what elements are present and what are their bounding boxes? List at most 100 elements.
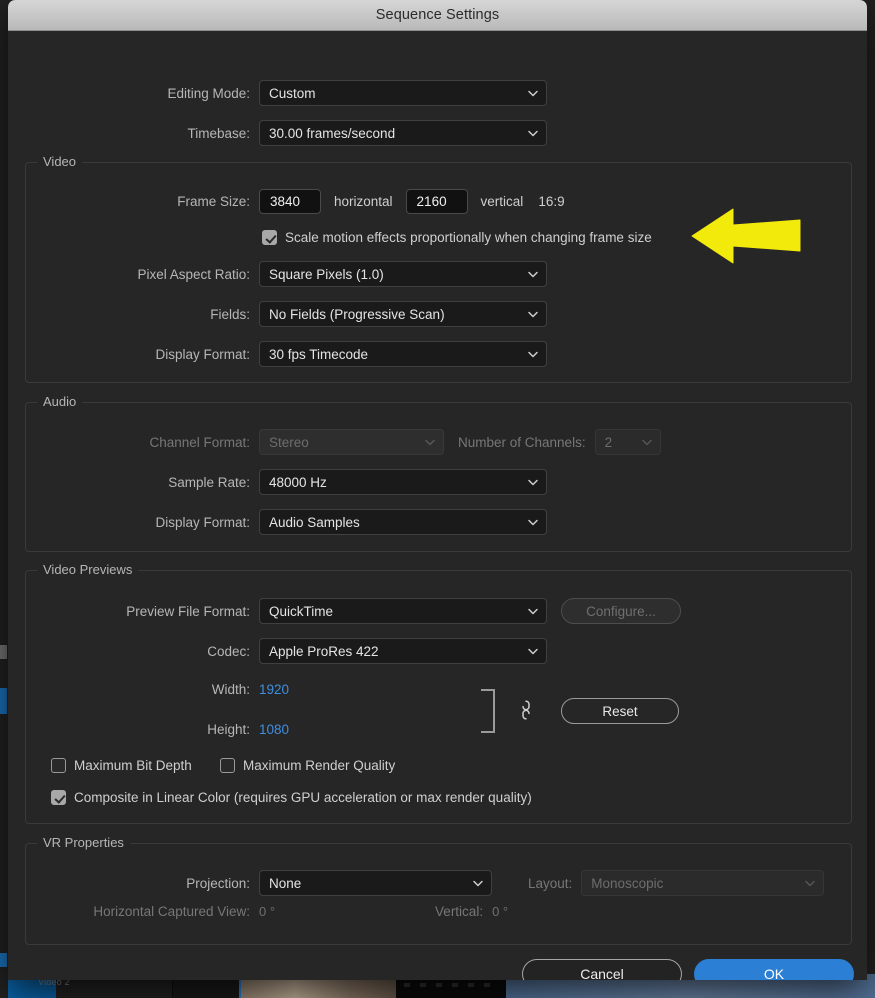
dimension-link-bracket xyxy=(481,689,495,733)
chevron-down-icon xyxy=(640,435,654,449)
chevron-down-icon xyxy=(526,604,540,618)
maximum-render-quality-label: Maximum Render Quality xyxy=(243,758,395,773)
preview-file-format-value: QuickTime xyxy=(269,604,520,619)
preview-width-label: Width: xyxy=(8,682,250,697)
fields-select[interactable]: No Fields (Progressive Scan) xyxy=(259,301,547,327)
chevron-down-icon xyxy=(526,267,540,281)
scale-motion-effects-checkbox-row[interactable]: Scale motion effects proportionally when… xyxy=(262,230,652,245)
number-of-channels-label: Number of Channels: xyxy=(458,435,586,450)
preview-height-row: Height: 1080 xyxy=(8,722,289,737)
timebase-row: Timebase: 30.00 frames/second xyxy=(8,120,553,146)
codec-label: Codec: xyxy=(8,644,250,659)
frame-height-value: 2160 xyxy=(417,194,447,209)
chevron-down-icon xyxy=(526,475,540,489)
sample-rate-select[interactable]: 48000 Hz xyxy=(259,469,547,495)
chevron-down-icon xyxy=(526,644,540,658)
pixel-aspect-ratio-select[interactable]: Square Pixels (1.0) xyxy=(259,261,547,287)
preview-width-value[interactable]: 1920 xyxy=(259,682,289,697)
preview-width-row: Width: 1920 xyxy=(8,682,289,697)
chevron-down-icon xyxy=(526,347,540,361)
maximum-render-quality-checkbox[interactable] xyxy=(220,758,235,773)
scale-motion-effects-label: Scale motion effects proportionally when… xyxy=(285,230,652,245)
chevron-down-icon xyxy=(423,435,437,449)
dialog-titlebar[interactable]: Sequence Settings xyxy=(8,0,867,31)
composite-linear-color-label: Composite in Linear Color (requires GPU … xyxy=(74,790,532,805)
timebase-select[interactable]: 30.00 frames/second xyxy=(259,120,547,146)
maximum-bit-depth-row[interactable]: Maximum Bit Depth xyxy=(51,758,192,773)
video-display-format-row: Display Format: 30 fps Timecode xyxy=(8,341,553,367)
vr-properties-group-title: VR Properties xyxy=(37,835,130,850)
ok-button[interactable]: OK xyxy=(694,959,854,980)
preview-file-format-label: Preview File Format: xyxy=(8,604,250,619)
cancel-button[interactable]: Cancel xyxy=(522,959,682,980)
audio-group-title: Audio xyxy=(37,394,82,409)
video-display-format-label: Display Format: xyxy=(8,347,250,362)
frame-width-suffix: horizontal xyxy=(334,194,393,209)
frame-size-row: Frame Size: 3840 horizontal 2160 vertica… xyxy=(8,189,565,214)
preview-height-label: Height: xyxy=(8,722,250,737)
horizontal-captured-view-label: Horizontal Captured View: xyxy=(8,904,250,919)
codec-select[interactable]: Apple ProRes 422 xyxy=(259,638,547,664)
preview-file-format-row: Preview File Format: QuickTime Configure… xyxy=(8,598,681,624)
fields-row: Fields: No Fields (Progressive Scan) xyxy=(8,301,553,327)
highlight-arrow-left-icon xyxy=(690,207,802,265)
channel-format-row: Channel Format: Stereo Number of Channel… xyxy=(8,429,661,455)
chevron-down-icon xyxy=(803,876,817,890)
chevron-down-icon xyxy=(526,307,540,321)
pixel-aspect-ratio-label: Pixel Aspect Ratio: xyxy=(8,267,250,282)
sample-rate-label: Sample Rate: xyxy=(8,475,250,490)
preview-height-value[interactable]: 1080 xyxy=(259,722,289,737)
fields-value: No Fields (Progressive Scan) xyxy=(269,307,520,322)
background-sliver-blue-2 xyxy=(0,953,7,967)
video-display-format-select[interactable]: 30 fps Timecode xyxy=(259,341,547,367)
maximum-bit-depth-checkbox[interactable] xyxy=(51,758,66,773)
layout-select: Monoscopic xyxy=(581,870,824,896)
chevron-down-icon xyxy=(471,876,485,890)
reset-button-label: Reset xyxy=(602,704,637,719)
editing-mode-label: Editing Mode: xyxy=(8,86,250,101)
channel-format-value: Stereo xyxy=(269,435,417,450)
audio-display-format-select[interactable]: Audio Samples xyxy=(259,509,547,535)
aspect-ratio-value: 16:9 xyxy=(538,194,564,209)
configure-button: Configure... xyxy=(561,598,681,624)
dialog-title: Sequence Settings xyxy=(376,7,499,23)
frame-width-value: 3840 xyxy=(270,194,300,209)
configure-button-label: Configure... xyxy=(586,604,656,619)
projection-select[interactable]: None xyxy=(259,870,492,896)
background-sliver-grey xyxy=(0,645,7,659)
sequence-settings-dialog: Sequence Settings Editing Mode: Custom T… xyxy=(8,0,867,980)
chevron-down-icon xyxy=(526,515,540,529)
layout-value: Monoscopic xyxy=(591,876,797,891)
reset-button[interactable]: Reset xyxy=(561,698,679,724)
pixel-aspect-ratio-value: Square Pixels (1.0) xyxy=(269,267,520,282)
chevron-down-icon xyxy=(526,86,540,100)
link-chain-icon[interactable] xyxy=(518,698,534,722)
video-group-title: Video xyxy=(37,154,82,169)
audio-display-format-label: Display Format: xyxy=(8,515,250,530)
sample-rate-row: Sample Rate: 48000 Hz xyxy=(8,469,553,495)
frame-width-input[interactable]: 3840 xyxy=(259,189,321,214)
maximum-render-quality-row[interactable]: Maximum Render Quality xyxy=(220,758,395,773)
editing-mode-value: Custom xyxy=(269,86,520,101)
editing-mode-select[interactable]: Custom xyxy=(259,80,547,106)
cancel-button-label: Cancel xyxy=(580,966,624,980)
scale-motion-effects-checkbox[interactable] xyxy=(262,230,277,245)
video-display-format-value: 30 fps Timecode xyxy=(269,347,520,362)
frame-height-input[interactable]: 2160 xyxy=(406,189,468,214)
composite-linear-color-row[interactable]: Composite in Linear Color (requires GPU … xyxy=(51,790,532,805)
fields-label: Fields: xyxy=(8,307,250,322)
channel-format-label: Channel Format: xyxy=(8,435,250,450)
codec-value: Apple ProRes 422 xyxy=(269,644,520,659)
number-of-channels-value: 2 xyxy=(605,435,634,450)
preview-file-format-select[interactable]: QuickTime xyxy=(259,598,547,624)
projection-label: Projection: xyxy=(8,876,250,891)
timebase-label: Timebase: xyxy=(8,126,250,141)
number-of-channels-select: 2 xyxy=(595,429,661,455)
chevron-down-icon xyxy=(526,126,540,140)
composite-linear-color-checkbox[interactable] xyxy=(51,790,66,805)
sample-rate-value: 48000 Hz xyxy=(269,475,520,490)
vertical-label: Vertical: xyxy=(435,904,483,919)
horizontal-captured-view-value: 0 ° xyxy=(259,904,275,919)
timebase-value: 30.00 frames/second xyxy=(269,126,520,141)
vertical-value: 0 ° xyxy=(492,904,508,919)
